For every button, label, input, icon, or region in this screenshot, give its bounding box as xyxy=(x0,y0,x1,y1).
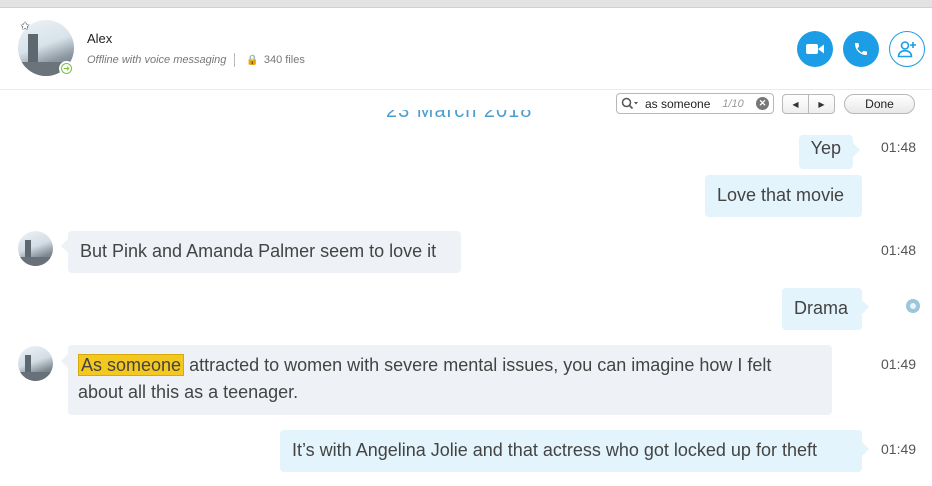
window-top-strip xyxy=(0,0,932,8)
favorite-star-icon[interactable]: ✩ xyxy=(20,20,30,32)
previous-result-button[interactable]: ◀ xyxy=(783,95,809,113)
message-bubble[interactable]: Love that movie xyxy=(705,175,862,217)
presence-status-icon: ➜ xyxy=(59,61,74,76)
conversation-header: ✩ ➜ Alex Offline with voice messaging 🔒 … xyxy=(0,8,932,90)
message-time: 01:48 xyxy=(881,242,917,258)
message-time: 01:49 xyxy=(881,356,917,372)
search-result-count: 1/10 xyxy=(722,97,744,110)
message-sending-icon xyxy=(906,299,920,313)
video-camera-icon xyxy=(806,44,824,54)
search-result-navigation: ◀ ▶ xyxy=(782,94,835,114)
bubble-tail xyxy=(862,300,869,314)
date-separator: 23 March 2018 xyxy=(386,110,532,122)
message-text-continued[interactable]: about all this as a teenager. xyxy=(78,379,822,406)
contact-name[interactable]: Alex xyxy=(87,31,112,46)
contact-status: Offline with voice messaging xyxy=(87,54,227,66)
search-icon[interactable] xyxy=(621,97,639,111)
find-in-conversation-field[interactable]: as someone 1/10 ✕ xyxy=(616,93,774,114)
message-bubble[interactable]: But Pink and Amanda Palmer seem to love … xyxy=(68,231,461,273)
bubble-tail xyxy=(862,442,869,456)
status-divider xyxy=(234,53,236,67)
files-icon: 🔒 xyxy=(246,54,259,66)
message-time: 01:49 xyxy=(881,441,917,457)
message-bubble[interactable]: It’s with Angelina Jolie and that actres… xyxy=(280,430,862,472)
message-bubble[interactable]: Drama xyxy=(782,288,862,330)
video-call-button[interactable] xyxy=(797,31,833,67)
files-count[interactable]: 340 files xyxy=(264,54,305,66)
message-bubble[interactable]: Yep xyxy=(798,135,853,169)
audio-call-button[interactable] xyxy=(843,31,879,67)
phone-icon xyxy=(855,43,867,55)
message-text[interactable]: Yep xyxy=(811,138,841,158)
avatar-photo-ground xyxy=(18,372,53,381)
sender-avatar[interactable] xyxy=(18,346,53,381)
message-text[interactable]: Love that movie xyxy=(717,185,844,205)
previous-arrow-icon: ◀ xyxy=(792,99,799,109)
avatar-photo-ground xyxy=(18,257,53,266)
bubble-tail xyxy=(853,143,860,157)
sender-avatar[interactable] xyxy=(18,231,53,266)
add-person-icon xyxy=(897,41,916,58)
add-people-button[interactable] xyxy=(889,31,925,67)
message-text[interactable]: attracted to women with severe mental is… xyxy=(189,355,771,375)
search-highlight[interactable]: As someone xyxy=(78,354,185,376)
next-arrow-icon: ▶ xyxy=(818,99,825,109)
message-text[interactable]: But Pink and Amanda Palmer seem to love … xyxy=(80,241,436,261)
message-text[interactable]: Drama xyxy=(794,298,848,318)
message-bubble[interactable]: As someone attracted to women with sever… xyxy=(68,345,832,415)
contact-status-line: Offline with voice messaging 🔒 340 files xyxy=(87,53,305,67)
search-query[interactable]: as someone xyxy=(645,97,710,111)
message-text[interactable]: It’s with Angelina Jolie and that actres… xyxy=(292,440,817,460)
bubble-tail xyxy=(61,239,68,253)
clear-search-icon[interactable]: ✕ xyxy=(756,97,769,110)
done-button[interactable]: Done xyxy=(844,94,915,114)
next-result-button[interactable]: ▶ xyxy=(809,95,834,113)
bubble-tail xyxy=(61,354,68,368)
message-line: As someone attracted to women with sever… xyxy=(78,352,822,379)
message-time: 01:48 xyxy=(881,139,917,155)
date-separator-text: 23 March 2018 xyxy=(386,110,533,122)
